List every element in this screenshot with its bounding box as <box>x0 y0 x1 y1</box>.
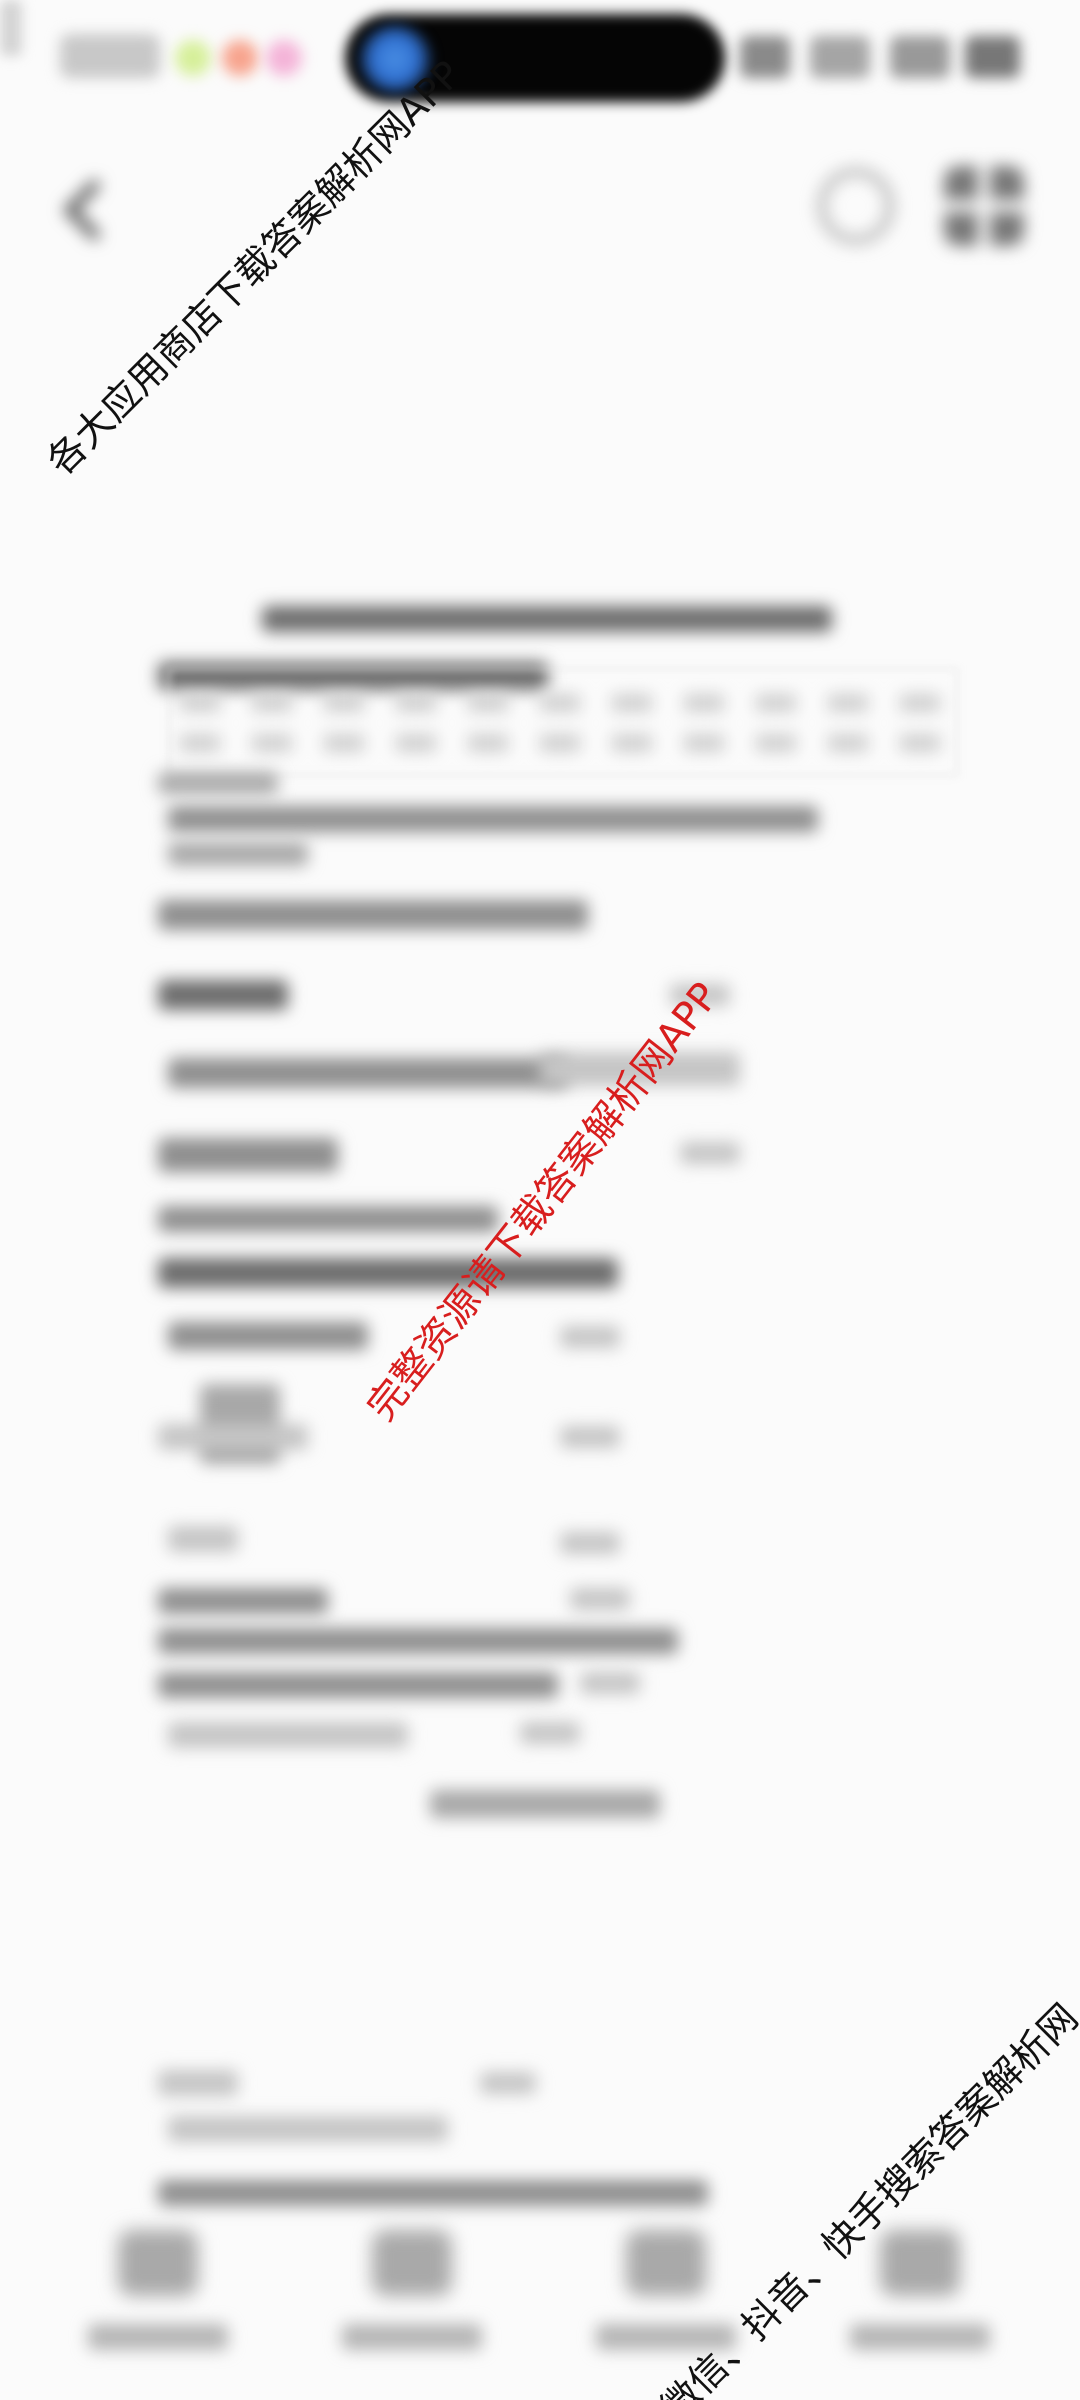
score-mark <box>520 1722 580 1744</box>
formula-line <box>168 1322 368 1350</box>
document-icon <box>372 2230 452 2296</box>
formula-line <box>158 980 288 1010</box>
text-line <box>158 1588 328 1614</box>
formula-line <box>168 1526 238 1552</box>
formula-line <box>158 1258 618 1288</box>
score-mark <box>560 1426 620 1448</box>
text-line <box>168 1722 408 1748</box>
text-line <box>158 1206 498 1232</box>
nav-label <box>850 2324 990 2350</box>
text-line <box>168 2116 448 2142</box>
formula-line <box>158 1138 338 1172</box>
section-end-line <box>430 1790 660 1818</box>
score-mark <box>570 1588 630 1610</box>
text-line <box>158 1628 678 1654</box>
score-mark <box>480 2072 536 2094</box>
text-line <box>158 2070 238 2096</box>
screen: 各大应用商店下载答案解析网APP 完整资源请下载答案解析网APP 微信、抖音、快… <box>0 0 1080 2400</box>
text-line <box>168 842 308 866</box>
nav-item-home[interactable] <box>58 2220 258 2370</box>
home-icon <box>118 2230 198 2296</box>
nav-item-document[interactable] <box>312 2220 512 2370</box>
answer-table-cells <box>180 690 940 760</box>
score-mark <box>560 1532 620 1554</box>
score-mark <box>560 1326 620 1348</box>
text-line <box>168 806 818 832</box>
text-line <box>158 1672 558 1698</box>
document-title <box>262 606 832 632</box>
grid-icon <box>626 2230 706 2296</box>
nav-label <box>88 2324 228 2350</box>
formula-line <box>158 900 588 930</box>
text-line <box>158 772 278 794</box>
score-mark <box>680 1142 740 1164</box>
text-line <box>168 1058 568 1088</box>
apps-icon <box>880 2230 960 2296</box>
score-mark <box>580 1672 640 1694</box>
nav-label <box>342 2324 482 2350</box>
bottom-navigation <box>0 2200 1080 2400</box>
formula-line <box>158 1424 308 1450</box>
